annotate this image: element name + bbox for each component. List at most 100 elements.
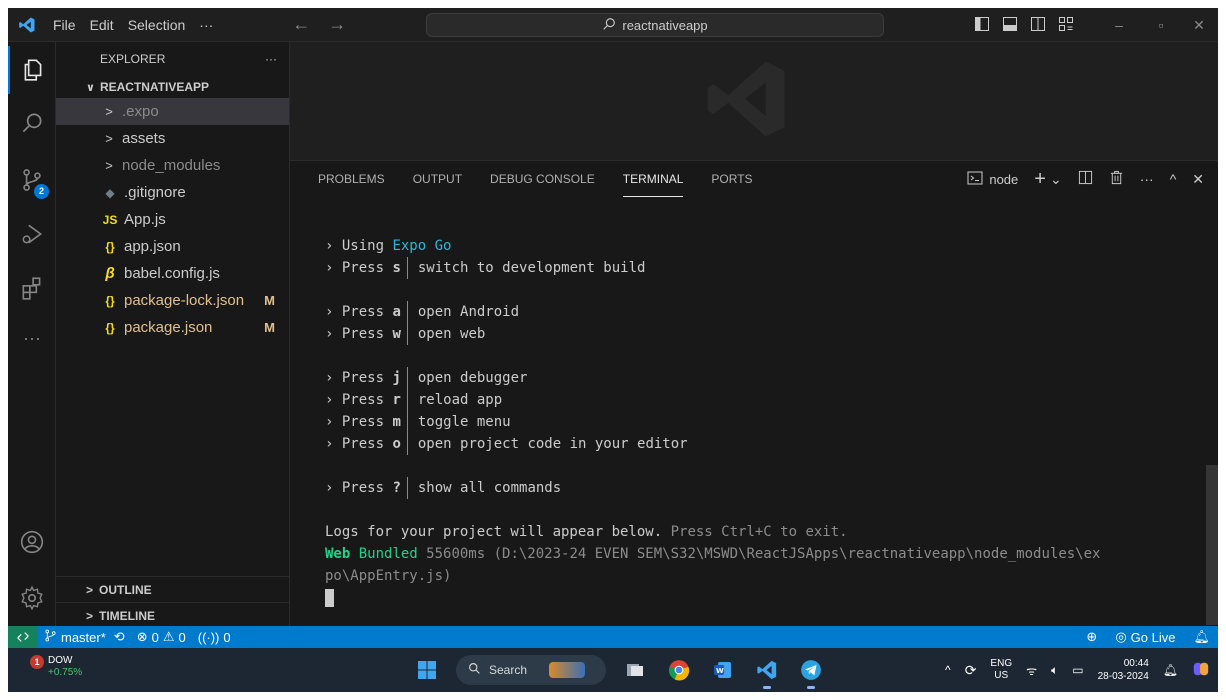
branch-status[interactable]: master* ⟲ bbox=[38, 626, 131, 648]
file-item[interactable]: β babel.config.js bbox=[56, 260, 289, 287]
copilot-icon[interactable] bbox=[1192, 660, 1210, 681]
editor-area[interactable] bbox=[290, 42, 1218, 160]
terminal-output[interactable]: › Using Expo Go › Press s switch to devel… bbox=[325, 235, 1205, 609]
toggle-panel-icon[interactable] bbox=[1002, 16, 1018, 35]
toggle-primary-sidebar-icon[interactable] bbox=[974, 16, 990, 35]
menu-edit[interactable]: Edit bbox=[83, 8, 121, 42]
close-panel-button[interactable]: ✕ bbox=[1192, 171, 1204, 188]
explorer-more-button[interactable]: ··· bbox=[265, 52, 277, 66]
error-count: 0 bbox=[151, 629, 159, 645]
explorer-icon[interactable] bbox=[8, 46, 56, 94]
taskbar-search[interactable]: Search bbox=[456, 655, 606, 685]
clock[interactable]: 00:44 28-03-2024 bbox=[1098, 657, 1149, 683]
project-folder-header[interactable]: ∨ REACTNATIVEAPP bbox=[56, 76, 289, 98]
tab-ports[interactable]: PORTS bbox=[711, 161, 752, 197]
account-icon[interactable] bbox=[8, 518, 56, 566]
remote-indicator-icon[interactable] bbox=[8, 626, 38, 648]
vscode-taskbar-icon[interactable] bbox=[752, 655, 782, 689]
problems-status[interactable]: ⊗ 0 ⚠ 0 bbox=[131, 626, 192, 648]
menu-file[interactable]: File bbox=[46, 8, 83, 42]
refresh-icon[interactable]: ⟳ bbox=[965, 662, 977, 679]
minimize-button[interactable]: – bbox=[1104, 8, 1134, 42]
clock-time: 00:44 bbox=[1123, 658, 1149, 669]
file-tree: > .expo > assets > node_modules ◆ .gitignore JS A… bbox=[56, 98, 289, 341]
more-icon[interactable]: ··· bbox=[8, 314, 56, 362]
kill-terminal-icon[interactable] bbox=[1109, 170, 1124, 188]
extensions-icon[interactable] bbox=[8, 264, 56, 312]
word-icon[interactable]: W bbox=[708, 655, 738, 685]
windows-taskbar: 1 DOW +0.75% Search W ^ ⟳ ENG US ᯤ 🔈︎ ▭ … bbox=[8, 648, 1218, 692]
terminal-scrollbar[interactable] bbox=[1206, 465, 1218, 625]
file-item[interactable]: ◆ .gitignore bbox=[56, 179, 289, 206]
terminal-selector[interactable]: node bbox=[967, 170, 1018, 189]
outline-section[interactable]: > OUTLINE bbox=[56, 576, 290, 602]
chevron-right-icon: > bbox=[86, 608, 94, 623]
zoom-icon[interactable]: ⊕ bbox=[1086, 629, 1097, 645]
chrome-icon[interactable] bbox=[664, 655, 694, 685]
battery-icon[interactable]: ▭ bbox=[1072, 663, 1083, 677]
nav-back-button[interactable]: ← bbox=[292, 14, 310, 35]
file-item[interactable]: {} package-lock.json M bbox=[56, 287, 289, 314]
file-item[interactable]: {} app.json bbox=[56, 233, 289, 260]
folder-item[interactable]: > .expo bbox=[56, 98, 289, 125]
git-modified-badge: M bbox=[264, 320, 275, 335]
project-name: REACTNATIVEAPP bbox=[99, 80, 210, 94]
telegram-icon[interactable] bbox=[796, 655, 826, 689]
terminal-dropdown-button[interactable]: ⌄ bbox=[1050, 171, 1062, 188]
json-file-icon: {} bbox=[105, 320, 115, 335]
notification-bell-icon[interactable]: 🔔︎ bbox=[1163, 663, 1178, 677]
run-debug-icon[interactable] bbox=[8, 210, 56, 258]
source-control-icon[interactable]: 2 bbox=[8, 156, 56, 204]
toggle-secondary-sidebar-icon[interactable] bbox=[1030, 16, 1046, 35]
close-button[interactable]: ✕ bbox=[1184, 8, 1214, 42]
menu-more[interactable]: ··· bbox=[192, 8, 220, 42]
timeline-section[interactable]: > TIMELINE bbox=[56, 602, 290, 628]
command-description: reload app bbox=[417, 392, 503, 408]
command-key: w bbox=[392, 326, 401, 342]
command-description: show all commands bbox=[417, 480, 562, 496]
task-view-icon[interactable] bbox=[620, 655, 650, 685]
terminal-command-line: › Press ? show all commands bbox=[325, 477, 1205, 499]
branch-icon bbox=[44, 629, 57, 645]
separator bbox=[406, 367, 408, 389]
vscode-window: File Edit Selection ··· ← → reactnativea… bbox=[8, 8, 1218, 692]
wifi-icon[interactable]: ᯤ bbox=[1026, 662, 1037, 679]
logs-text: Logs for your project will appear below. bbox=[325, 524, 663, 540]
command-center-search[interactable]: reactnativeapp bbox=[426, 13, 884, 37]
widgets-button[interactable]: 1 DOW +0.75% bbox=[30, 655, 82, 679]
chevron-up-icon[interactable]: ^ bbox=[945, 663, 951, 677]
tab-output[interactable]: OUTPUT bbox=[413, 161, 462, 197]
split-terminal-icon[interactable] bbox=[1078, 170, 1093, 188]
babel-file-icon: β bbox=[105, 265, 115, 282]
ports-status[interactable]: ((·)) 0 bbox=[192, 626, 237, 648]
command-key: a bbox=[392, 304, 401, 320]
restore-button[interactable]: ▫ bbox=[1146, 8, 1176, 42]
language-indicator[interactable]: ENG US bbox=[990, 658, 1012, 682]
javascript-file-icon: JS bbox=[102, 212, 118, 227]
customize-layout-icon[interactable] bbox=[1058, 16, 1074, 35]
notifications-bell-icon[interactable]: 🔔︎ bbox=[1193, 629, 1210, 645]
maximize-panel-button[interactable]: ^ bbox=[1170, 171, 1177, 187]
folder-item[interactable]: > node_modules bbox=[56, 152, 289, 179]
panel-more-button[interactable]: ··· bbox=[1140, 171, 1154, 187]
search-icon[interactable] bbox=[8, 99, 56, 147]
folder-item[interactable]: > assets bbox=[56, 125, 289, 152]
activity-bar: 2 ··· bbox=[8, 42, 56, 626]
tab-terminal[interactable]: TERMINAL bbox=[622, 161, 684, 197]
command-description: toggle menu bbox=[417, 414, 511, 430]
volume-icon[interactable]: 🔈︎ bbox=[1051, 663, 1058, 678]
new-terminal-button[interactable]: + bbox=[1034, 168, 1046, 191]
menu-selection[interactable]: Selection bbox=[121, 8, 193, 42]
bottom-panel: PROBLEMS OUTPUT DEBUG CONSOLE TERMINAL P… bbox=[290, 160, 1218, 626]
tab-problems[interactable]: PROBLEMS bbox=[318, 161, 385, 197]
file-item[interactable]: JS App.js bbox=[56, 206, 289, 233]
vscode-logo-icon bbox=[8, 8, 46, 42]
press-prefix: › Press bbox=[325, 480, 393, 496]
file-item[interactable]: {} package.json M bbox=[56, 314, 289, 341]
timeline-label: TIMELINE bbox=[99, 608, 156, 623]
nav-forward-button[interactable]: → bbox=[328, 14, 346, 35]
tab-debug-console[interactable]: DEBUG CONSOLE bbox=[490, 161, 595, 197]
go-live-button[interactable]: ◎ Go Live bbox=[1115, 626, 1175, 648]
start-windows-icon[interactable] bbox=[412, 655, 442, 685]
manage-gear-icon[interactable] bbox=[8, 574, 56, 622]
